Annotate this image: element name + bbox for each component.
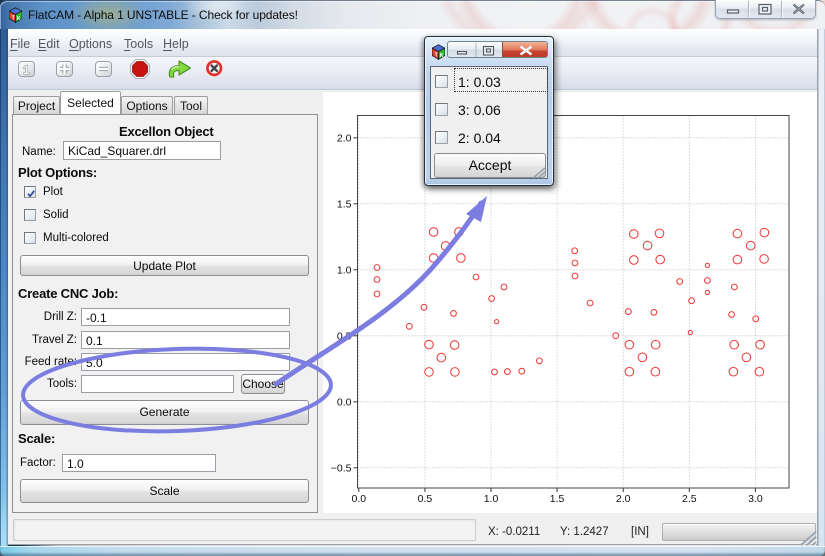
svg-text:0.0: 0.0 <box>337 396 352 408</box>
svg-text:K: K <box>17 16 21 22</box>
svg-text:2.0: 2.0 <box>337 132 352 144</box>
svg-text:3.0: 3.0 <box>748 493 763 505</box>
svg-text:0.0: 0.0 <box>351 493 366 505</box>
svg-text:−0.5: −0.5 <box>331 462 352 474</box>
svg-text:1.0: 1.0 <box>337 264 352 276</box>
svg-text:1.5: 1.5 <box>550 493 565 505</box>
svg-text:2.0: 2.0 <box>616 493 631 505</box>
svg-text:K: K <box>440 53 444 59</box>
svg-text:0.5: 0.5 <box>337 330 352 342</box>
svg-text:1.0: 1.0 <box>484 493 499 505</box>
svg-text:2.5: 2.5 <box>682 493 697 505</box>
svg-text:0.5: 0.5 <box>418 493 433 505</box>
svg-text:1.5: 1.5 <box>337 198 352 210</box>
